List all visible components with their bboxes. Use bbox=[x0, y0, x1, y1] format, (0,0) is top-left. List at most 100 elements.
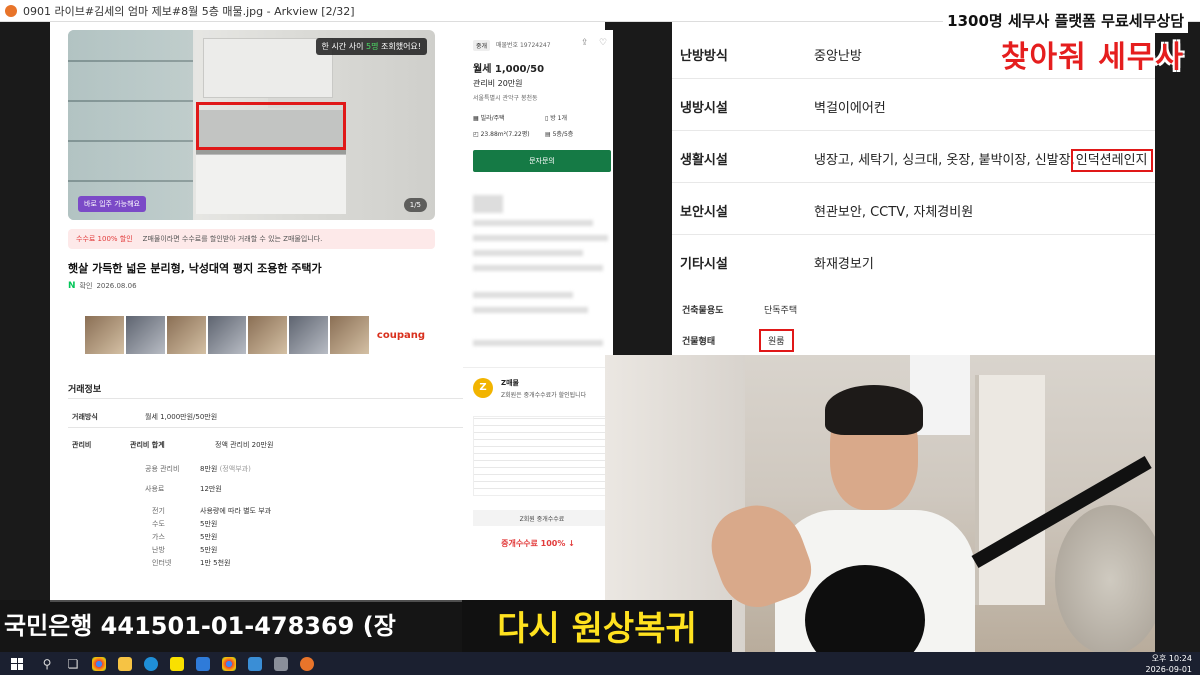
z-logo-icon: Z bbox=[473, 378, 493, 398]
deal-key: 관리비 bbox=[72, 441, 92, 449]
ad-thumbnail[interactable] bbox=[330, 316, 369, 354]
building-type-value: 원룸 bbox=[759, 329, 794, 352]
ad-thumbnail[interactable] bbox=[125, 316, 165, 354]
task-view-icon[interactable]: ❏ bbox=[60, 652, 86, 675]
microphone-icon bbox=[805, 565, 925, 665]
coupang-logo[interactable]: coupang bbox=[377, 330, 425, 341]
amenity-value: 화재경보기 bbox=[814, 257, 874, 272]
breakdown-label: 사용료 bbox=[145, 485, 165, 493]
amenity-key: 기타시설 bbox=[680, 257, 728, 272]
listing-photo[interactable]: 한 시간 사이 5명 조회했어요! 바로 입주 가능해요 1/5 bbox=[68, 30, 435, 220]
arkview-icon[interactable] bbox=[294, 652, 320, 675]
floor-icon: ▤ bbox=[545, 131, 551, 138]
spec-floor: ▤ 5층/5층 bbox=[545, 131, 574, 138]
amenity-value: 중앙난방 bbox=[814, 49, 862, 64]
usage-label: 전기 bbox=[152, 507, 165, 515]
spec-area: ◰ 23.88m²(7.22평) bbox=[473, 131, 530, 138]
blurred-text bbox=[473, 235, 608, 241]
app-icon[interactable] bbox=[268, 652, 294, 675]
amenity-value: 현관보안, CCTV, 자체경비원 bbox=[814, 205, 974, 220]
induction-range-highlight: 인덕션레인지 bbox=[1070, 149, 1153, 172]
building-type-key: 건물형태 bbox=[682, 337, 716, 347]
z-terms-box bbox=[473, 416, 611, 496]
listing-number: 매물번호 19724247 bbox=[496, 42, 551, 49]
photo-window-blinds bbox=[68, 30, 193, 220]
broker-tag: 중개 bbox=[473, 40, 491, 51]
usage-value: 5만원 bbox=[200, 533, 218, 541]
blurred-text bbox=[473, 292, 573, 298]
amenity-row-other: 기타시설 화재경보기 bbox=[672, 235, 1155, 287]
window-title: 0901 라이브#김세의 엄마 제보#8월 5층 매물.jpg - Arkvie… bbox=[23, 4, 355, 18]
deal-info-heading: 거래정보 bbox=[68, 385, 102, 395]
breakdown-value: 8만원 (정액부과) bbox=[200, 465, 251, 473]
agent-panel: 중개 매물번호 19724247 ⇪ ♡ 월세 1,000/50 관리비 20만… bbox=[463, 30, 613, 375]
amenity-row-security: 보안시설 현관보안, CCTV, 자체경비원 bbox=[672, 183, 1155, 235]
usage-value: 사용량에 따라 별도 부과 bbox=[200, 507, 272, 515]
photo-upper-cabinet bbox=[203, 38, 333, 98]
blurred-text bbox=[473, 220, 593, 226]
windows-logo-icon bbox=[11, 657, 23, 670]
blurred-agent-logo bbox=[473, 195, 503, 213]
system-tray-clock[interactable]: 오후 10:24 2026-09-01 bbox=[1146, 652, 1193, 675]
spec-rooms: ▯ 방 1개 bbox=[545, 115, 567, 122]
ad-thumbnail[interactable] bbox=[85, 316, 124, 354]
app-icon[interactable] bbox=[190, 652, 216, 675]
chrome-icon[interactable] bbox=[216, 652, 242, 675]
inquiry-button[interactable]: 문자문의 bbox=[473, 150, 611, 172]
breakdown-value: 12만원 bbox=[200, 485, 222, 493]
move-in-badge: 바로 입주 가능해요 bbox=[78, 196, 146, 212]
building-use-key: 건축물용도 bbox=[682, 306, 724, 316]
kakaotalk-icon[interactable] bbox=[164, 652, 190, 675]
usage-value: 5만원 bbox=[200, 546, 218, 554]
listing-title: 햇살 가득한 넓은 분리형, 낙성대역 평지 조용한 주택가 bbox=[68, 262, 322, 275]
start-button[interactable] bbox=[0, 652, 34, 675]
usage-label: 인터넷 bbox=[152, 559, 172, 567]
ad-thumbnail[interactable] bbox=[207, 316, 247, 354]
usage-label: 난방 bbox=[152, 546, 165, 554]
usage-value: 5만원 bbox=[200, 520, 218, 528]
search-icon[interactable]: ⚲ bbox=[34, 652, 60, 675]
blurred-text bbox=[473, 307, 588, 313]
verification-line: N 확인 2026.08.06 bbox=[68, 281, 137, 291]
webcam-round-mirror bbox=[1055, 505, 1155, 655]
management-fee: 관리비 20만원 bbox=[473, 79, 523, 88]
fee-discount-banner: 수수료 100% 할인 Z매물이라면 수수료를 할인받아 거래할 수 있는 Z매… bbox=[68, 229, 435, 249]
ad-thumbnail[interactable] bbox=[289, 316, 329, 354]
view-count-badge: 한 시간 사이 5명 조회했어요! bbox=[315, 38, 427, 55]
photo-lower-cabinet bbox=[196, 154, 346, 214]
z-listing-panel: Z Z매물 Z회원은 중개수수료가 할인됩니다 Z회원 중개수수료 중개수수료 … bbox=[463, 367, 613, 602]
amenity-row-living: 생활시설 냉장고, 세탁기, 싱크대, 옷장, 붙박이장, 신발장,인덕션레인지 bbox=[672, 131, 1155, 183]
z-free-label: 중개수수료 100% ↓ bbox=[501, 539, 575, 548]
blurred-text bbox=[473, 250, 583, 256]
heart-icon[interactable]: ♡ bbox=[599, 38, 607, 48]
amenity-value: 냉장고, 세탁기, 싱크대, 옷장, 붙박이장, 신발장,인덕션레인지 bbox=[814, 149, 1153, 172]
windows-taskbar: ⚲ ❏ 오후 10:24 2026-09-01 bbox=[0, 652, 1200, 675]
usage-label: 수도 bbox=[152, 520, 165, 528]
naver-logo-icon: N bbox=[68, 281, 76, 291]
amenity-value: 벽걸이에어컨 bbox=[814, 101, 886, 116]
breakdown-label: 공용 관리비 bbox=[145, 465, 180, 473]
webcam-back-door bbox=[975, 375, 1045, 605]
brand-overlay: 1300명 세무사 플랫폼 무료세무상담 찾아줘 세무사 bbox=[940, 0, 1200, 90]
file-explorer-icon[interactable] bbox=[112, 652, 138, 675]
address: 서울특별시 관악구 봉천동 bbox=[473, 95, 538, 102]
ad-thumbnail[interactable] bbox=[248, 316, 288, 354]
amenity-key: 보안시설 bbox=[680, 205, 728, 220]
sink-highlight-box bbox=[196, 102, 346, 150]
presenter-hair bbox=[825, 385, 923, 435]
main-subtitle: 다시 원상복귀 bbox=[462, 600, 732, 658]
door-icon: ▯ bbox=[545, 115, 549, 122]
share-icon[interactable]: ⇪ bbox=[581, 38, 589, 48]
z-fee-bar[interactable]: Z회원 중개수수료 bbox=[473, 510, 611, 526]
building-use-value: 단독주택 bbox=[764, 306, 798, 316]
z-description: Z회원은 중개수수료가 할인됩니다 bbox=[501, 392, 587, 399]
deal-value: 정액 관리비 20만원 bbox=[215, 441, 274, 449]
rent-price: 월세 1,000/50 bbox=[473, 64, 545, 75]
ad-thumbnail[interactable] bbox=[166, 316, 206, 354]
area-icon: ◰ bbox=[473, 131, 479, 138]
chrome-icon[interactable] bbox=[86, 652, 112, 675]
edge-icon[interactable] bbox=[138, 652, 164, 675]
brand-tagline: 1300명 세무사 플랫폼 무료세무상담 bbox=[943, 8, 1188, 33]
ad-banner[interactable]: coupang bbox=[85, 315, 425, 355]
app-icon[interactable] bbox=[242, 652, 268, 675]
